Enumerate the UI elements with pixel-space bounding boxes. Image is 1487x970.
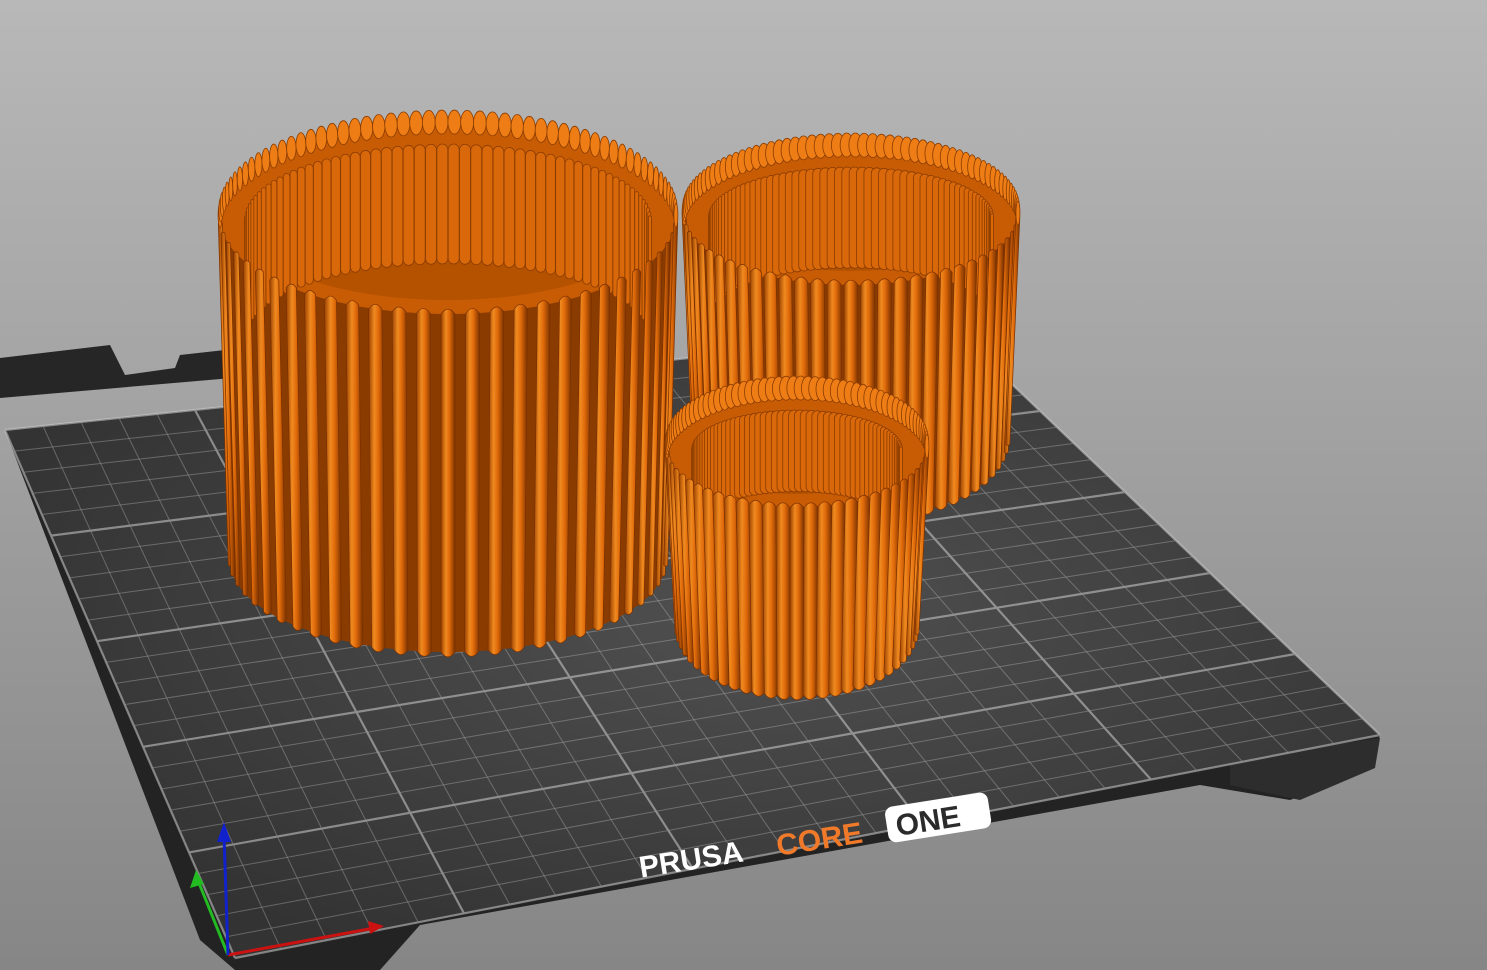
inner-rib [413,144,426,266]
rim-loop [277,139,288,165]
rib [789,502,805,701]
rim-loop [228,176,234,202]
rib [510,303,528,653]
rim-loop [396,111,411,137]
rim-loop [326,122,339,148]
rim-loop [658,171,664,197]
inner-rib [535,151,547,273]
inner-rib [349,151,361,273]
rim-loop [673,202,679,228]
inner-rib [459,143,471,265]
rib [775,502,792,700]
inner-rib [514,148,526,270]
rim-loop [485,111,500,137]
print-bed-scene[interactable]: PRUSA CORE ONE [0,0,1487,970]
rib [391,306,409,655]
inner-rib [425,143,437,265]
rib [368,303,386,653]
rim-loop [305,128,317,154]
rim-loop [557,122,570,148]
inner-rib [503,147,515,268]
rim-loop [579,128,591,154]
rim-loop [447,109,462,135]
rib [416,308,432,657]
rim-loop [473,110,487,136]
rim-loop [269,143,279,169]
rim-loop [434,109,449,135]
rim-loop [337,120,350,146]
inner-rib [564,158,575,280]
inner-rib [605,173,614,294]
rim-loop [534,117,548,143]
inner-rib [555,156,566,277]
inner-rib [492,145,505,267]
rib [487,306,505,655]
inner-rib [545,153,556,275]
rim-loop [247,156,256,182]
rim-loop [372,114,386,139]
rim-loop [261,147,271,173]
inner-rib [525,150,536,271]
inner-rib [436,143,449,265]
large-pot[interactable] [217,109,679,658]
inner-rib [340,153,351,275]
rim-loop [348,117,362,143]
rim-loop [510,114,524,139]
inner-rib [582,163,592,285]
rim-loop [242,161,249,187]
inner-rib [381,147,393,268]
rim-loop [498,112,512,138]
inner-rib [321,158,332,280]
rim-loop [924,433,930,459]
rim-loop [599,135,610,161]
inner-rib [250,199,255,320]
inner-rib [402,145,415,266]
inner-rib [304,163,314,285]
rim-loop [295,132,307,158]
inner-rib [297,166,306,288]
3d-viewport[interactable]: PRUSA CORE ONE [0,0,1487,970]
rim-loop [236,166,243,192]
rim-loop [608,139,619,165]
rim-loop [360,115,374,141]
rim-loop [617,143,627,169]
inner-rib [313,161,323,282]
rim-loop [633,152,642,178]
inner-rib [370,148,382,270]
objects [217,109,1021,701]
rib [802,502,819,700]
inner-rib [360,150,371,271]
rim-loop [315,125,328,151]
inner-rib [481,145,494,266]
rim-loop [625,147,635,173]
rim-loop [522,115,536,141]
rim-loop [286,135,297,161]
inner-rib [391,145,404,267]
rim-loop [421,109,436,135]
rib [464,308,480,657]
rim-loop [384,112,398,138]
inner-rib [282,173,291,294]
small-pot[interactable] [664,375,930,701]
inner-rib [470,144,483,266]
rim-loop [568,125,581,151]
rim-loop [460,109,475,135]
rim-loop [647,161,654,187]
inner-rib [289,169,298,291]
rim-loop [254,152,263,178]
inner-rib [447,143,460,265]
inner-rib [598,169,607,291]
rim-loop [232,171,238,197]
inner-rib [330,156,341,277]
inner-rib [573,161,583,282]
rim-loop [409,110,423,136]
rib [440,308,456,658]
rib [761,501,779,699]
inner-rib [590,166,599,288]
rim-loop [589,132,601,158]
rim-loop [546,120,559,146]
rim-loop [653,166,660,192]
rim-loop [640,156,649,182]
rim-loop [1015,200,1021,226]
